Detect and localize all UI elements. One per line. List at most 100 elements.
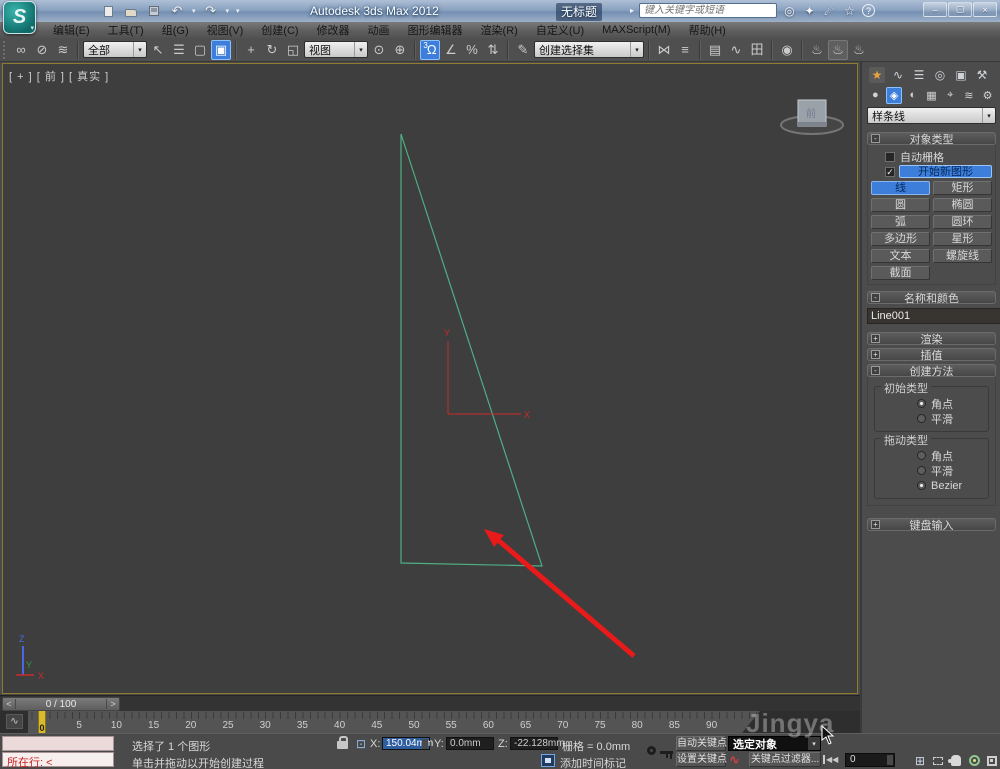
transform-gizmo[interactable]: Y X bbox=[444, 328, 530, 420]
select-and-rotate-icon[interactable]: ↻ bbox=[262, 40, 282, 60]
select-by-name-icon[interactable]: ☰ bbox=[169, 40, 189, 60]
category-systems-icon[interactable]: ⚙ bbox=[979, 87, 996, 104]
maximize-viewport-icon[interactable] bbox=[984, 753, 1000, 768]
category-spacewarps-icon[interactable]: ≋ bbox=[961, 87, 978, 104]
named-selection-set-dropdown[interactable]: 创建选择集 ▾ bbox=[534, 41, 644, 58]
communication-center-icon[interactable]: ☄ bbox=[822, 4, 837, 18]
reference-coordinate-dropdown[interactable]: 视图 ▾ bbox=[304, 41, 368, 58]
rollout-keyboard-entry[interactable]: + 键盘输入 bbox=[867, 518, 996, 532]
selection-lock-icon[interactable] bbox=[337, 736, 348, 749]
toolbar-grip[interactable] bbox=[3, 40, 7, 59]
menu-group[interactable]: 组(G) bbox=[153, 21, 198, 39]
search-icon[interactable]: ◎ bbox=[782, 4, 797, 18]
menu-rendering[interactable]: 渲染(R) bbox=[472, 21, 527, 39]
menu-maxscript[interactable]: MAXScript(M) bbox=[593, 23, 679, 37]
category-geometry-icon[interactable]: ● bbox=[867, 87, 884, 104]
shape-button-section[interactable]: 截面 bbox=[871, 266, 930, 280]
tab-modify-icon[interactable]: ∿ bbox=[890, 67, 906, 83]
spline-triangle[interactable] bbox=[400, 133, 543, 567]
mirror-icon[interactable]: ⋈ bbox=[654, 40, 674, 60]
start-new-shape-button[interactable]: 开始新图形 bbox=[899, 165, 992, 178]
snaps-toggle-icon[interactable]: 3 Ω bbox=[420, 39, 440, 60]
search-flyout-icon[interactable]: ▸ bbox=[630, 6, 634, 15]
y-coordinate-field[interactable]: 0.0mm bbox=[446, 737, 494, 750]
viewcube[interactable]: 前 bbox=[780, 99, 844, 135]
absolute-mode-icon[interactable]: ⊡ bbox=[353, 737, 369, 751]
layer-manager-icon[interactable]: ▤ bbox=[705, 40, 725, 60]
set-key-button[interactable]: 设置关键点 bbox=[676, 752, 727, 767]
material-editor-icon[interactable]: ◉ bbox=[777, 40, 797, 60]
mini-curve-editor-icon[interactable]: ∿ bbox=[6, 714, 23, 729]
menu-edit[interactable]: 编辑(E) bbox=[44, 21, 99, 39]
close-button[interactable]: × bbox=[973, 2, 997, 17]
pan-hand-icon[interactable] bbox=[948, 753, 964, 768]
search-input[interactable] bbox=[639, 3, 778, 18]
select-and-scale-icon[interactable]: ◱ bbox=[283, 40, 303, 60]
maximize-button[interactable]: ▢ bbox=[948, 2, 972, 17]
redo-dropdown-icon[interactable]: ▾ bbox=[226, 7, 230, 15]
trackbar-ruler[interactable]: 0 5 10 15 20 25 30 35 40 45 50 55 60 65 70 75 80 85 90 bbox=[28, 711, 760, 733]
z-coordinate-field[interactable]: -22.128mm bbox=[510, 737, 565, 750]
rollout-name-color[interactable]: - 名称和颜色 bbox=[867, 291, 996, 305]
initial-corner-radio[interactable] bbox=[917, 399, 926, 408]
key-filters-button[interactable]: 关键点过滤器... bbox=[749, 752, 821, 767]
timeline-marker[interactable]: 0 bbox=[38, 711, 46, 733]
percent-snap-icon[interactable]: % bbox=[462, 40, 482, 60]
subscription-key-icon[interactable]: ✦ bbox=[802, 4, 817, 18]
save-file-button[interactable] bbox=[146, 3, 162, 19]
autogrid-checkbox[interactable] bbox=[885, 151, 895, 162]
render-production-icon[interactable]: ♨ bbox=[849, 40, 869, 60]
shape-button-ngon[interactable]: 多边形 bbox=[871, 232, 930, 246]
minimize-button[interactable]: – bbox=[923, 2, 947, 17]
rendered-frame-window-icon[interactable]: ♨ bbox=[828, 39, 848, 60]
selection-filter-dropdown[interactable]: 全部 ▾ bbox=[83, 41, 147, 58]
render-setup-icon[interactable]: ♨ bbox=[807, 40, 827, 60]
qat-customize-icon[interactable]: ▾ bbox=[236, 7, 240, 15]
current-frame-field[interactable]: 0 bbox=[845, 753, 895, 767]
shape-button-text[interactable]: 文本 bbox=[871, 249, 930, 263]
shape-button-line[interactable]: 线 bbox=[871, 181, 930, 195]
rollout-creation-method[interactable]: - 创建方法 bbox=[867, 364, 996, 378]
undo-dropdown-icon[interactable]: ▾ bbox=[192, 7, 196, 15]
menu-help[interactable]: 帮助(H) bbox=[680, 21, 735, 39]
drag-corner-radio[interactable] bbox=[917, 451, 926, 460]
category-lights-icon[interactable]: ◐ bbox=[904, 87, 921, 104]
time-tag-icon[interactable] bbox=[541, 754, 555, 767]
curve-editor-icon[interactable]: ∿ bbox=[726, 40, 746, 60]
shape-button-star[interactable]: 星形 bbox=[933, 232, 992, 246]
tab-motion-icon[interactable]: ◎ bbox=[932, 67, 948, 83]
category-shapes-icon[interactable]: ◈ bbox=[885, 86, 903, 104]
select-object-icon[interactable]: ↖ bbox=[148, 40, 168, 60]
maxscript-macro-recorder[interactable] bbox=[2, 736, 114, 751]
select-and-link-icon[interactable]: ∞ bbox=[11, 40, 31, 60]
menu-views[interactable]: 视图(V) bbox=[198, 21, 253, 39]
category-cameras-icon[interactable]: ▦ bbox=[923, 87, 940, 104]
menu-graph-editors[interactable]: 图形编辑器 bbox=[399, 21, 472, 39]
time-slider-handle[interactable]: < 0 / 100 > bbox=[2, 697, 120, 711]
favorites-star-icon[interactable]: ☆ bbox=[842, 4, 857, 18]
menu-modifiers[interactable]: 修改器 bbox=[308, 21, 359, 39]
schematic-view-icon[interactable]: 田 bbox=[747, 40, 767, 60]
window-crossing-toggle-icon[interactable]: ▣ bbox=[211, 39, 231, 60]
viewport-canvas[interactable]: Y X Z Y X 前 bbox=[3, 64, 857, 693]
shape-category-dropdown[interactable]: 样条线 ▾ bbox=[867, 107, 996, 124]
zoom-region-icon[interactable] bbox=[930, 753, 946, 768]
redo-button[interactable]: ↷ bbox=[203, 3, 219, 19]
help-icon[interactable]: ? bbox=[862, 4, 876, 17]
spinner-snap-icon[interactable]: ⇅ bbox=[483, 40, 503, 60]
drag-smooth-radio[interactable] bbox=[917, 466, 926, 475]
bind-to-spacewarp-icon[interactable]: ≋ bbox=[53, 40, 73, 60]
undo-button[interactable]: ↶ bbox=[169, 3, 185, 19]
time-slider-track[interactable]: < 0 / 100 > bbox=[0, 695, 860, 711]
tab-create-icon[interactable]: ★ bbox=[869, 67, 885, 83]
auto-key-button[interactable]: 自动关键点 bbox=[676, 736, 727, 751]
menu-animation[interactable]: 动画 bbox=[359, 21, 399, 39]
drag-bezier-radio[interactable] bbox=[917, 481, 926, 490]
new-file-button[interactable] bbox=[100, 3, 116, 19]
zoom-extents-icon[interactable]: ⊞ bbox=[912, 753, 928, 768]
shape-button-arc[interactable]: 弧 bbox=[871, 215, 930, 229]
edit-named-selection-sets-icon[interactable]: ✎ bbox=[513, 40, 533, 60]
tab-hierarchy-icon[interactable]: ☰ bbox=[911, 67, 927, 83]
shape-button-donut[interactable]: 圆环 bbox=[933, 215, 992, 229]
viewport-label[interactable]: [ + ] [ 前 ] [ 真实 ] bbox=[9, 68, 109, 84]
